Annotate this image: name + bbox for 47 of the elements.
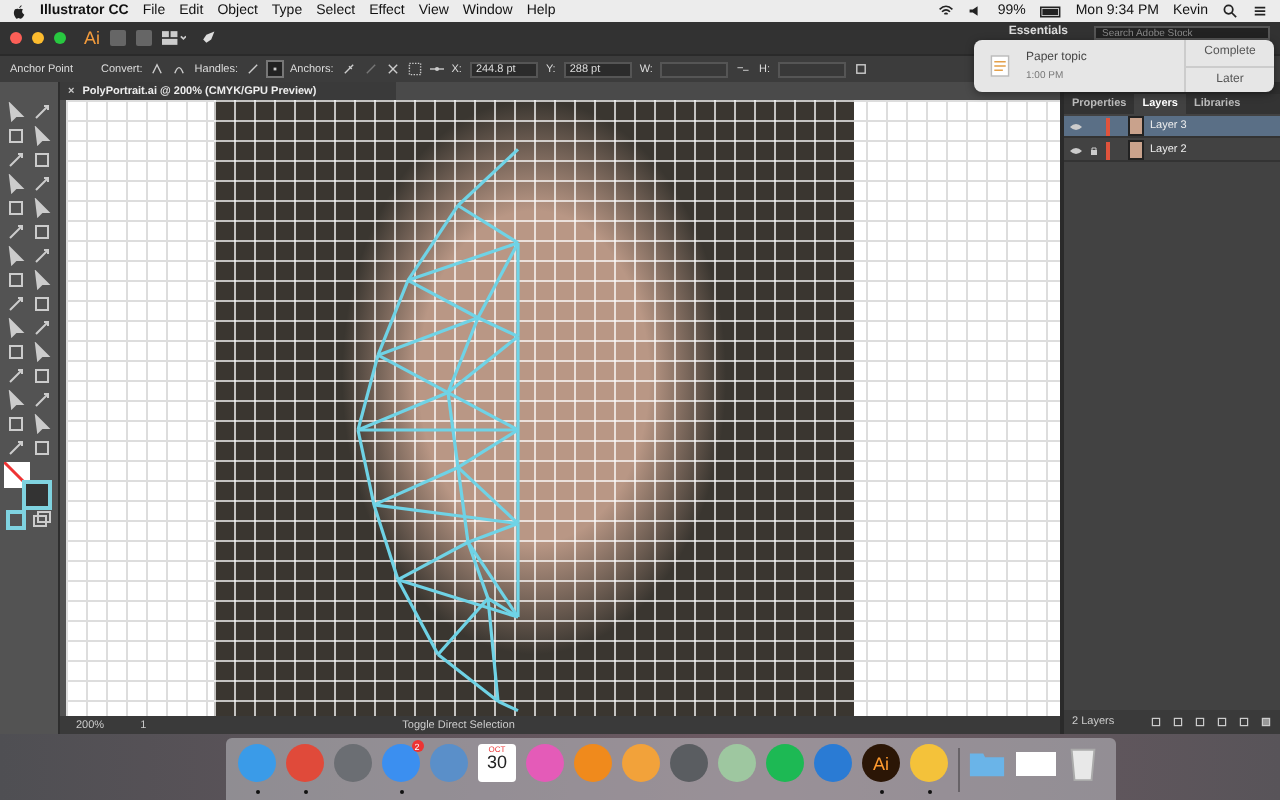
tool-icon[interactable] [32, 318, 52, 338]
align-icon[interactable] [407, 62, 422, 76]
minimize-window-button[interactable] [32, 32, 44, 44]
tool-icon[interactable] [6, 438, 26, 458]
corner-point-icon[interactable] [150, 62, 165, 76]
cut-path-icon[interactable] [385, 62, 400, 76]
apple-icon[interactable] [12, 3, 26, 19]
tool-icon[interactable] [32, 174, 52, 194]
reference-point-icon[interactable] [429, 62, 444, 76]
fill-stroke-swatch[interactable] [4, 462, 52, 506]
running-indicator [255, 790, 259, 794]
running-indicator [303, 790, 307, 794]
remove-anchor-icon[interactable] [341, 62, 356, 76]
search-icon[interactable] [1222, 4, 1238, 18]
width-field[interactable] [660, 61, 729, 77]
notes-icon [990, 54, 1010, 78]
transform-icon[interactable] [853, 62, 868, 76]
tool-icon[interactable] [32, 390, 52, 410]
battery-icon[interactable] [1039, 5, 1062, 17]
running-indicator [879, 790, 883, 794]
eye-icon[interactable] [1070, 145, 1082, 155]
tool-icon[interactable] [6, 366, 26, 386]
connect-anchor-icon[interactable] [363, 62, 378, 76]
screen-mode-icon[interactable] [32, 510, 52, 530]
tool-icon[interactable] [6, 222, 26, 242]
color-mode-icon[interactable] [6, 510, 26, 530]
app-icon[interactable]: Ai [862, 744, 900, 782]
zoom-window-button[interactable] [54, 32, 66, 44]
tool-icon[interactable] [32, 102, 52, 122]
show-handles-icon[interactable] [246, 62, 261, 76]
app-logo: Ai [84, 28, 101, 48]
running-indicator [927, 790, 931, 794]
tool-icon[interactable] [6, 294, 26, 314]
tool-icon[interactable] [6, 150, 26, 170]
running-indicator [399, 790, 403, 794]
tool-icon[interactable] [32, 246, 52, 266]
eye-icon[interactable] [1070, 121, 1082, 131]
wifi-icon[interactable] [937, 4, 954, 18]
height-field[interactable] [777, 61, 846, 77]
window-thumbnail[interactable] [1015, 752, 1055, 776]
hide-handles-icon[interactable] [268, 62, 283, 76]
volume-icon[interactable] [967, 4, 984, 18]
layout-icon[interactable] [162, 30, 187, 46]
smooth-point-icon[interactable] [172, 62, 187, 76]
lock-icon[interactable] [1088, 145, 1100, 155]
list-icon[interactable] [1252, 4, 1268, 18]
close-window-button[interactable] [10, 32, 22, 44]
